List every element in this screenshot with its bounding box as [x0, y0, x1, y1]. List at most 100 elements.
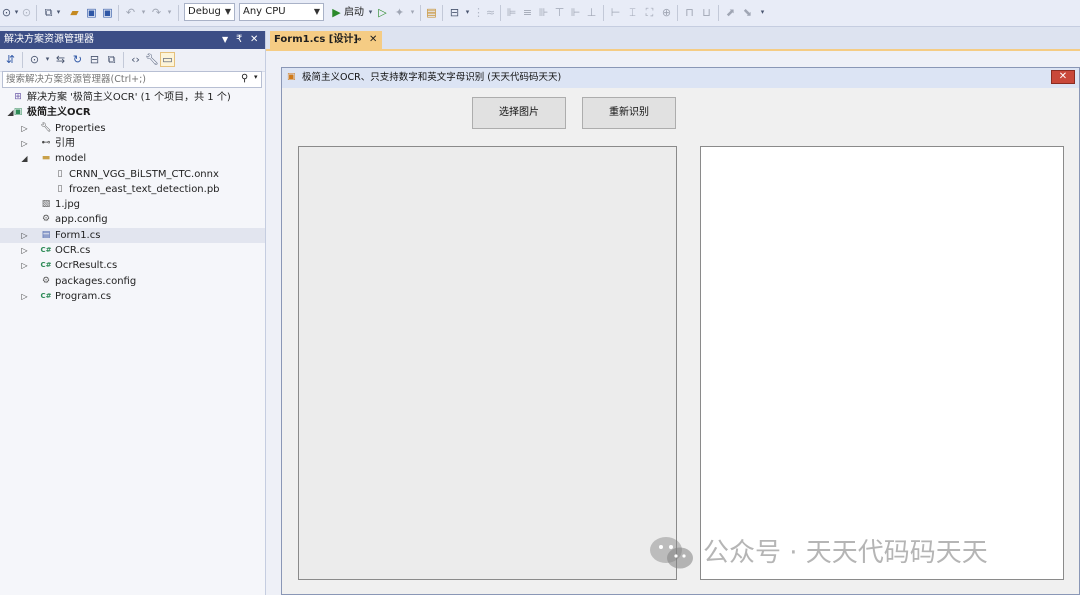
form-close-button[interactable]: ✕ [1051, 70, 1075, 84]
bring-front-icon[interactable]: ⬈ [724, 6, 737, 19]
solution-explorer-panel: 解决方案资源管理器 ▼ ₹ ✕ ⇵ ⊙ ▾ ⇆ ↻ ⊟ ⧉ ‹› 🔧︎ ▭ ⚲ … [0, 31, 266, 595]
re-recognize-button[interactable]: 重新识别 [582, 97, 676, 129]
tree-item[interactable]: ◢ ▣ 极简主义OCR [0, 105, 265, 120]
tree-item[interactable]: ⚙ app.config [0, 212, 265, 227]
vertical-spacing-icon[interactable]: ⊔ [700, 6, 713, 19]
open-folder-icon[interactable]: ▰ [68, 6, 81, 19]
comment-icon[interactable]: ≈ [484, 6, 497, 19]
redo-dropdown-icon[interactable]: ▾ [163, 6, 176, 19]
align-top-icon[interactable]: ⊤ [553, 6, 566, 19]
collapsed-arrow-icon[interactable]: ▷ [20, 289, 29, 304]
tree-item[interactable]: ▯ frozen_east_text_detection.pb [0, 182, 265, 197]
tree-item[interactable]: ▷ 🔧︎ Properties [0, 121, 265, 136]
hot-reload-icon[interactable]: ✦ [393, 6, 406, 19]
collapsed-arrow-icon[interactable]: ▷ [20, 136, 29, 151]
new-project-dropdown-icon[interactable]: ▾ [52, 6, 65, 19]
save-all-icon[interactable]: ▣ [101, 6, 114, 19]
size-to-grid-icon[interactable]: ⛶ [643, 6, 656, 19]
forward-icon[interactable]: ⊙ [20, 6, 33, 19]
start-icon[interactable]: ▶ [330, 6, 343, 19]
align-right-icon[interactable]: ⊪ [537, 6, 550, 19]
solution-search-input[interactable] [3, 72, 236, 86]
collapsed-arrow-icon[interactable]: ▷ [20, 228, 29, 243]
align-middle-icon[interactable]: ⊩ [569, 6, 582, 19]
select-image-label: 选择图片 [499, 107, 539, 118]
undo-dropdown-icon[interactable]: ▾ [137, 6, 150, 19]
tree-item[interactable]: ▷ ⊷ 引用 [0, 136, 265, 151]
tree-item[interactable]: ▯ CRNN_VGG_BiLSTM_CTC.onnx [0, 167, 265, 182]
platform-select[interactable]: Any CPU ▼ [239, 3, 324, 21]
start-without-debug-icon[interactable]: ▷ [376, 6, 389, 19]
result-picturebox[interactable] [700, 146, 1064, 580]
toolbar-overflow-icon[interactable]: ▾ [756, 6, 769, 19]
search-options-icon[interactable]: ▾ [254, 73, 258, 81]
start-button-label[interactable]: 启动 [344, 6, 364, 19]
center-horizontal-icon[interactable]: ⊢ [609, 6, 622, 19]
csharp-file-icon: C# [40, 261, 52, 270]
align-center-icon[interactable]: ≡ [521, 6, 534, 19]
close-icon[interactable]: ✕ [250, 31, 258, 49]
preview-selected-icon[interactable]: ▭ [160, 52, 175, 67]
pin-tab-icon[interactable]: ⊸ [354, 31, 362, 49]
tree-item[interactable]: ⊞ 解决方案 '极简主义OCR' (1 个项目，共 1 个) [0, 90, 265, 105]
collapse-all-icon[interactable]: ⊟ [88, 53, 101, 66]
tree-item[interactable]: ▷ C# Program.cs [0, 289, 265, 304]
pin-icon[interactable]: ₹ [236, 31, 242, 49]
align-bottom-icon[interactable]: ⊥ [585, 6, 598, 19]
source-picturebox[interactable] [298, 146, 677, 580]
tree-item-label: 解决方案 '极简主义OCR' (1 个项目，共 1 个) [27, 92, 231, 103]
browse-icon[interactable]: ▤ [425, 6, 438, 19]
collapsed-arrow-icon[interactable]: ▷ [20, 258, 29, 273]
watermark-text: 公众号 · 天天代码码天天 [703, 538, 988, 568]
hot-reload-dropdown-icon[interactable]: ▾ [406, 6, 419, 19]
form-title-bar: ▣ 极简主义OCR、只支持数字和英文字母识别 (天天代码码天天) ✕ [282, 68, 1079, 88]
configuration-value: Debug [188, 6, 221, 17]
file-icon: ▯ [57, 183, 63, 194]
select-image-button[interactable]: 选择图片 [472, 97, 566, 129]
tree-item[interactable]: ▷ C# OCR.cs [0, 243, 265, 258]
solution-search-box[interactable]: ⚲ ▾ [2, 71, 262, 88]
show-all-files-icon[interactable]: ⧉ [105, 53, 118, 66]
csharp-file-icon: C# [40, 246, 52, 254]
tab-form1-design[interactable]: Form1.cs [设计] ⊸ ✕ [270, 31, 382, 49]
re-recognize-label: 重新识别 [609, 107, 649, 118]
sync-icon[interactable]: ⇵ [4, 53, 17, 66]
references-icon: ⊷ [41, 137, 51, 148]
undo-icon[interactable]: ↶ [124, 6, 137, 19]
horizontal-spacing-icon[interactable]: ⊓ [683, 6, 696, 19]
window-menu-icon[interactable]: ▼ [222, 31, 228, 49]
tree-item[interactable]: ⚙ packages.config [0, 274, 265, 289]
redo-icon[interactable]: ↷ [150, 6, 163, 19]
form-window[interactable]: ▣ 极简主义OCR、只支持数字和英文字母识别 (天天代码码天天) ✕ 选择图片 … [281, 67, 1080, 595]
tree-item-label: Program.cs [55, 290, 112, 302]
chevron-down-icon: ▼ [313, 7, 320, 16]
form-title: 极简主义OCR、只支持数字和英文字母识别 (天天代码码天天) [302, 72, 562, 83]
expanded-arrow-icon[interactable]: ◢ [20, 151, 29, 166]
layout-icon[interactable]: ⊟ [448, 6, 461, 19]
search-icon[interactable]: ⚲ [241, 73, 248, 84]
properties-wrench-icon[interactable]: 🔧︎ [145, 53, 159, 66]
history-icon[interactable]: ⊙ [28, 53, 41, 66]
tree-item-label: 极简主义OCR [27, 107, 91, 119]
tree-item[interactable]: ▷ C# OcrResult.cs [0, 258, 265, 273]
pending-changes-icon[interactable]: ⇆ [54, 53, 67, 66]
history-dropdown-icon[interactable]: ▾ [41, 53, 54, 66]
save-icon[interactable]: ▣ [85, 6, 98, 19]
refresh-icon[interactable]: ↻ [71, 53, 84, 66]
tree-item-label: packages.config [55, 275, 137, 287]
zoom-icon[interactable]: ⊕ [660, 6, 673, 19]
align-left-icon[interactable]: ⊫ [505, 6, 518, 19]
tree-item[interactable]: ◢ ▬ model [0, 151, 265, 166]
wechat-icon [650, 537, 693, 569]
collapsed-arrow-icon[interactable]: ▷ [20, 243, 29, 258]
configuration-select[interactable]: Debug ▼ [184, 3, 235, 21]
tree-item[interactable]: ▧ 1.jpg [0, 197, 265, 212]
tree-item[interactable]: ▷ ▤ Form1.cs [0, 227, 265, 243]
tree-item-label: OCR.cs [55, 245, 91, 256]
close-tab-icon[interactable]: ✕ [369, 31, 377, 49]
send-back-icon[interactable]: ⬊ [741, 6, 754, 19]
center-vertical-icon[interactable]: ⌶ [626, 6, 639, 19]
view-code-icon[interactable]: ‹› [129, 53, 142, 66]
collapsed-arrow-icon[interactable]: ▷ [20, 121, 29, 136]
form-app-icon: ▣ [287, 72, 296, 82]
